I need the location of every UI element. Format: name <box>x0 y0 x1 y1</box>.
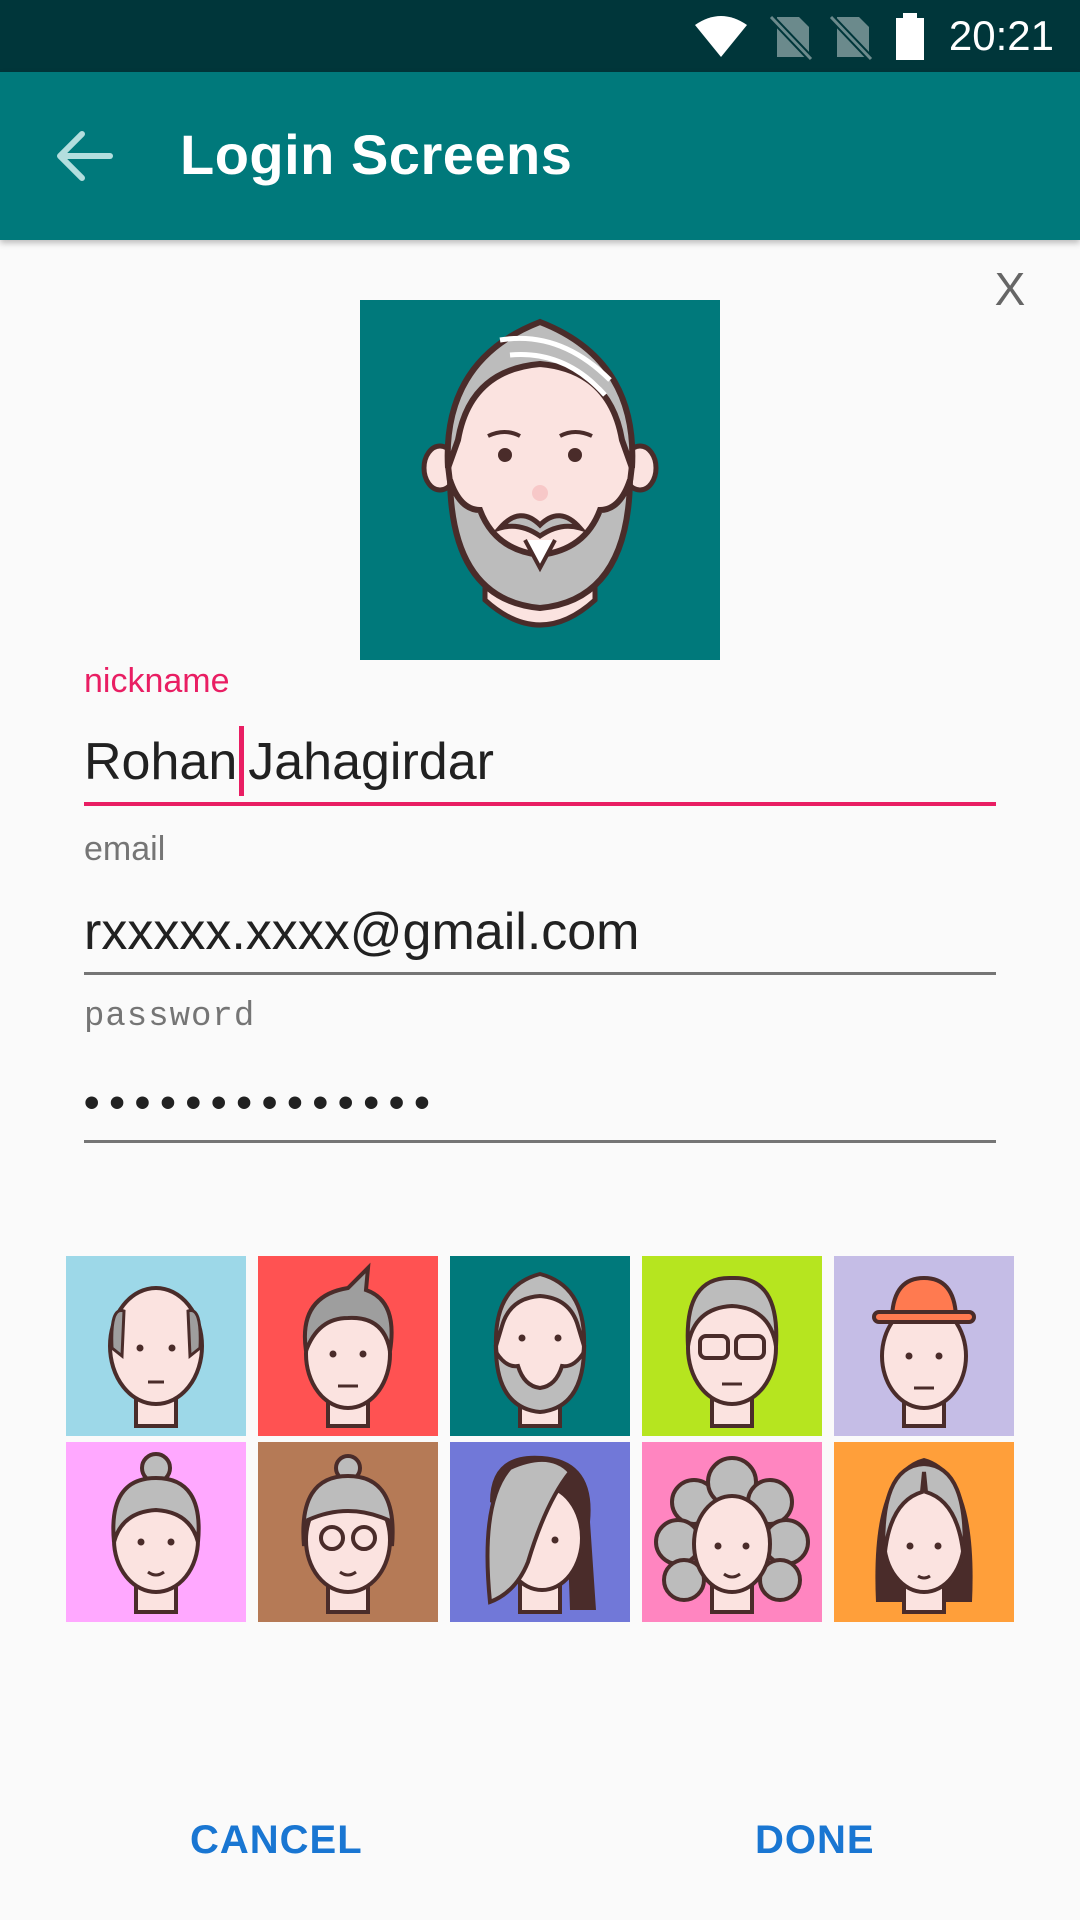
back-button[interactable] <box>40 116 130 196</box>
bald-man-avatar-icon <box>66 1256 246 1436</box>
avatar-tile-hat-man[interactable] <box>834 1256 1014 1436</box>
avatar-tile-spiky-hair-man[interactable] <box>258 1256 438 1436</box>
avatar-tile-bearded-man[interactable] <box>450 1256 630 1436</box>
bun-woman-avatar-icon <box>66 1442 246 1622</box>
password-label: password <box>84 998 256 1036</box>
hat-man-avatar-icon <box>834 1256 1014 1436</box>
status-time: 20:21 <box>948 12 1054 59</box>
avatar-tile-straight-hair-woman[interactable] <box>834 1442 1014 1622</box>
done-button[interactable]: DONE <box>755 1818 875 1863</box>
glasses-man-avatar-icon <box>642 1256 822 1436</box>
selected-avatar-preview <box>360 300 720 660</box>
nickname-value-end: Jahagirdar <box>248 733 494 791</box>
nickname-label: nickname <box>84 662 230 700</box>
wifi-icon <box>694 16 747 57</box>
curly-hair-woman-avatar-icon <box>642 1442 822 1622</box>
no-sim-icon-2 <box>828 14 874 61</box>
straight-hair-woman-avatar-icon <box>834 1442 1014 1622</box>
password-input[interactable]: •••••••••••••• <box>84 1060 996 1143</box>
glasses-woman-avatar-icon <box>258 1442 438 1622</box>
status-bar: 20:21 <box>0 0 1080 72</box>
page-title: Login Screens <box>180 123 573 186</box>
battery-icon <box>895 13 924 60</box>
avatar-tile-bald-man[interactable] <box>66 1256 246 1436</box>
app-bar: Login Screens <box>0 72 1080 240</box>
spiky-hair-man-avatar-icon <box>258 1256 438 1436</box>
bearded-man-avatar-icon <box>421 318 659 628</box>
nickname-input[interactable]: Rohan Jahagirdar <box>84 722 996 806</box>
avatar-tile-bun-woman[interactable] <box>66 1442 246 1622</box>
avatar-tile-long-hair-woman[interactable] <box>450 1442 630 1622</box>
close-button[interactable]: X <box>990 262 1030 316</box>
avatar-tile-glasses-man[interactable] <box>642 1256 822 1436</box>
bearded-man-small-icon <box>450 1256 630 1436</box>
email-input[interactable]: rxxxxx.xxxx@gmail.com <box>84 892 996 975</box>
avatar-tile-curly-hair-woman[interactable] <box>642 1442 822 1622</box>
arrow-left-icon <box>57 131 113 181</box>
long-hair-woman-avatar-icon <box>450 1442 630 1622</box>
text-cursor <box>239 726 245 797</box>
password-value: •••••••••••••• <box>84 1078 440 1127</box>
nickname-value-start: Rohan <box>84 733 238 791</box>
avatar-tile-glasses-woman[interactable] <box>258 1442 438 1622</box>
no-sim-icon <box>768 14 814 61</box>
email-label: email <box>84 830 166 868</box>
cancel-button[interactable]: CANCEL <box>190 1818 363 1863</box>
